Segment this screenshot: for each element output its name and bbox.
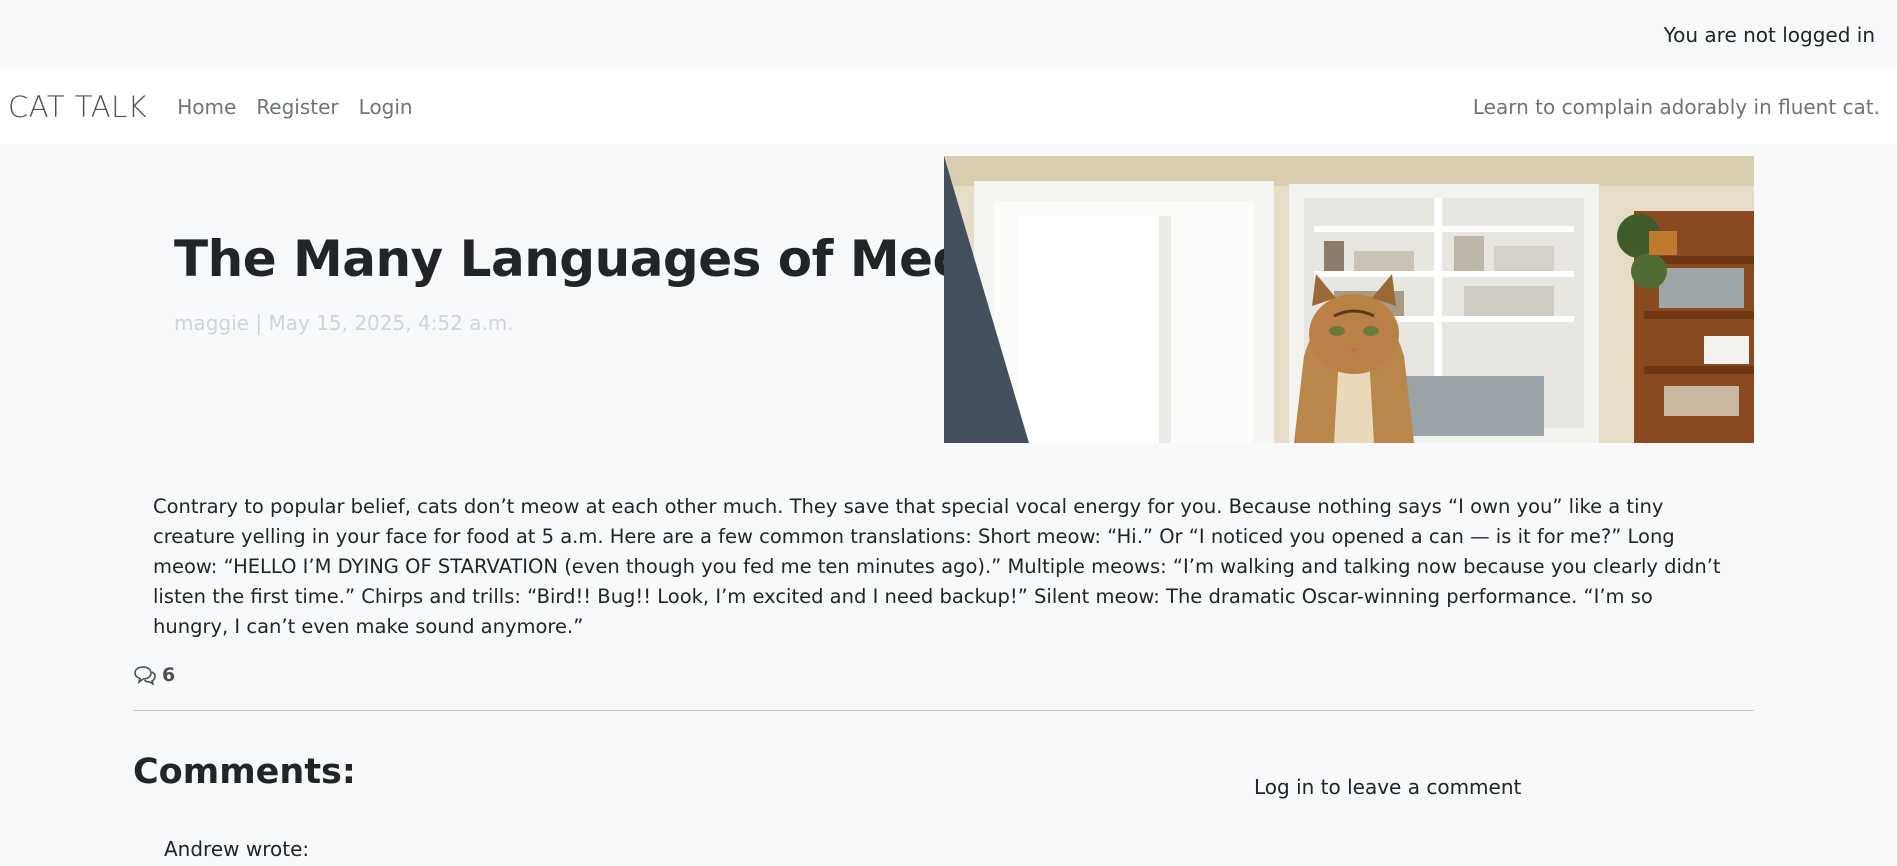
brand-logo[interactable]: CAT TALK [8, 90, 147, 124]
post-hero-image [944, 156, 1754, 443]
login-to-comment-link[interactable]: Log in to leave a comment [1254, 775, 1521, 799]
nav-links: Home Register Login [177, 95, 432, 119]
nav-link-home[interactable]: Home [177, 95, 236, 119]
login-status-bar: You are not logged in [0, 0, 1897, 69]
post-body: Contrary to popular belief, cats don’t m… [153, 495, 1721, 638]
comment-author-line: Andrew wrote: [164, 837, 310, 861]
main-navbar: CAT TALK Home Register Login Learn to co… [0, 69, 1897, 144]
nav-link-register[interactable]: Register [256, 95, 338, 119]
cat-photo-icon [944, 156, 1754, 443]
post-meta: maggie | May 15, 2025, 4:52 a.m. [174, 311, 514, 335]
comment-count-value: 6 [162, 664, 176, 686]
site-tagline: Learn to complain adorably in fluent cat… [1472, 94, 1880, 119]
post-title: The Many Languages of Meow [174, 230, 1013, 288]
nav-link-login[interactable]: Login [359, 95, 413, 119]
comments-icon [134, 666, 156, 685]
comment-count: 6 [133, 664, 175, 686]
post-hero: The Many Languages of Meow maggie | May … [0, 144, 1897, 443]
section-divider [133, 710, 1754, 711]
login-status-text: You are not logged in [1663, 22, 1875, 47]
comments-heading: Comments: [133, 752, 356, 792]
